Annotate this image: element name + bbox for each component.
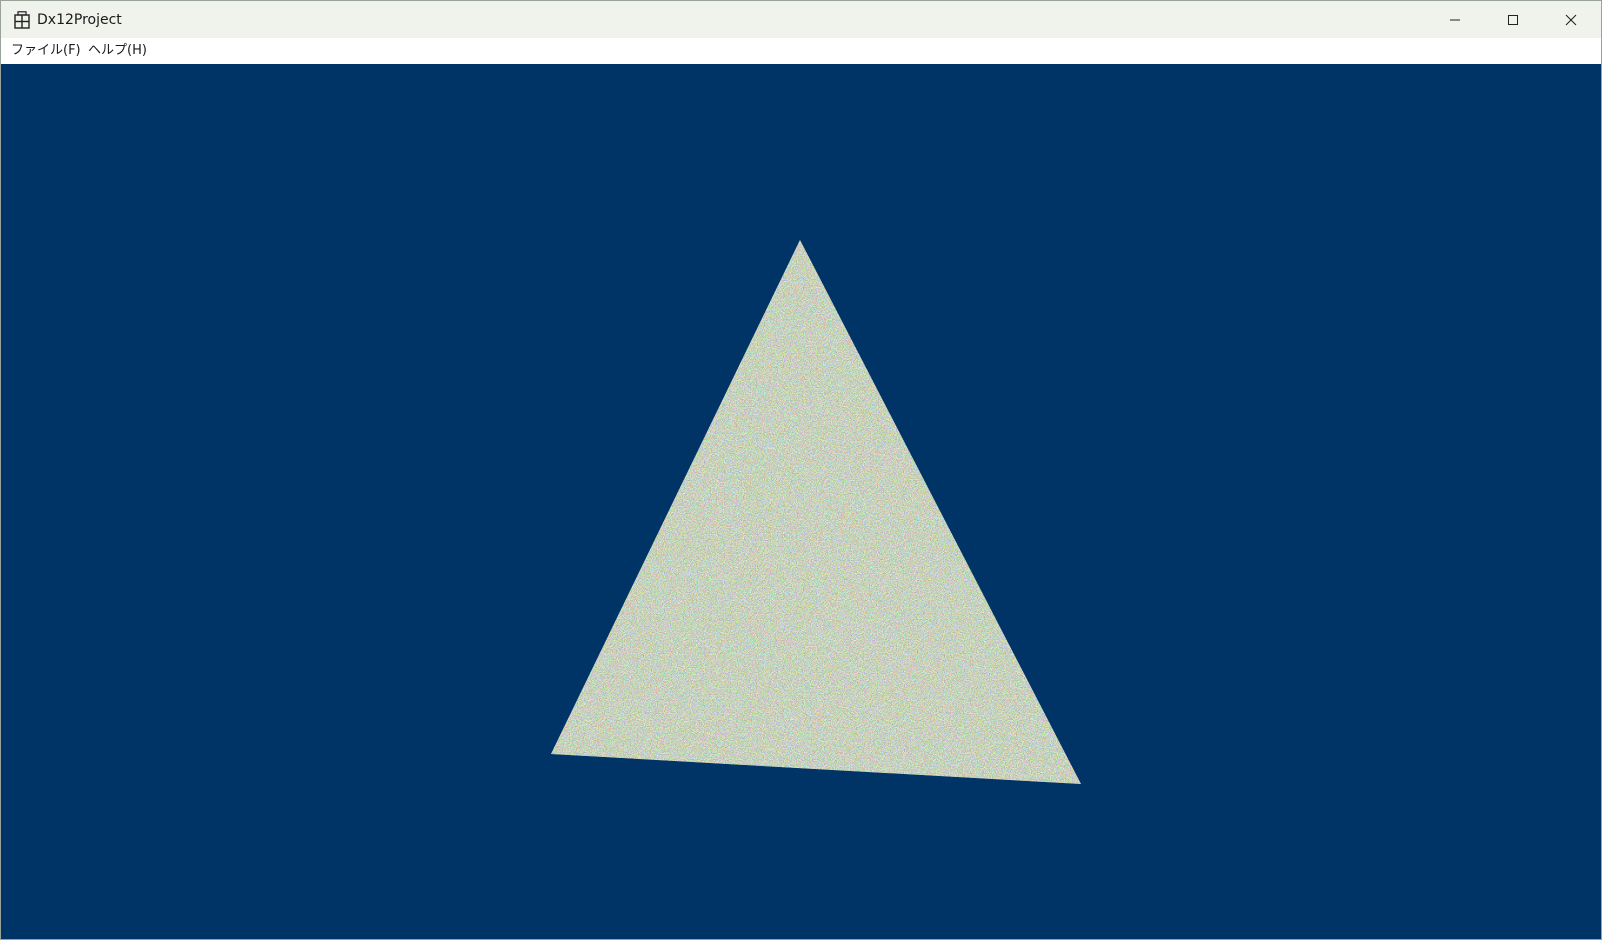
close-icon: [1565, 14, 1577, 25]
render-viewport[interactable]: [1, 64, 1601, 939]
app-window: Dx12Project ファイル(F) ヘルプ(H): [0, 0, 1602, 940]
title-bar[interactable]: Dx12Project: [1, 1, 1601, 38]
render-surface: [551, 240, 1081, 784]
close-button[interactable]: [1542, 1, 1600, 38]
minimize-button[interactable]: [1426, 1, 1484, 38]
menu-bar: ファイル(F) ヘルプ(H): [1, 38, 1601, 64]
noise-triangle: [551, 240, 1081, 784]
window-title: Dx12Project: [37, 12, 122, 28]
app-grid-icon: [14, 11, 30, 29]
maximize-icon: [1508, 14, 1518, 25]
maximize-button[interactable]: [1484, 1, 1542, 38]
menu-help[interactable]: ヘルプ(H): [86, 42, 149, 60]
minimize-icon: [1450, 19, 1460, 20]
menu-file[interactable]: ファイル(F): [9, 42, 83, 60]
